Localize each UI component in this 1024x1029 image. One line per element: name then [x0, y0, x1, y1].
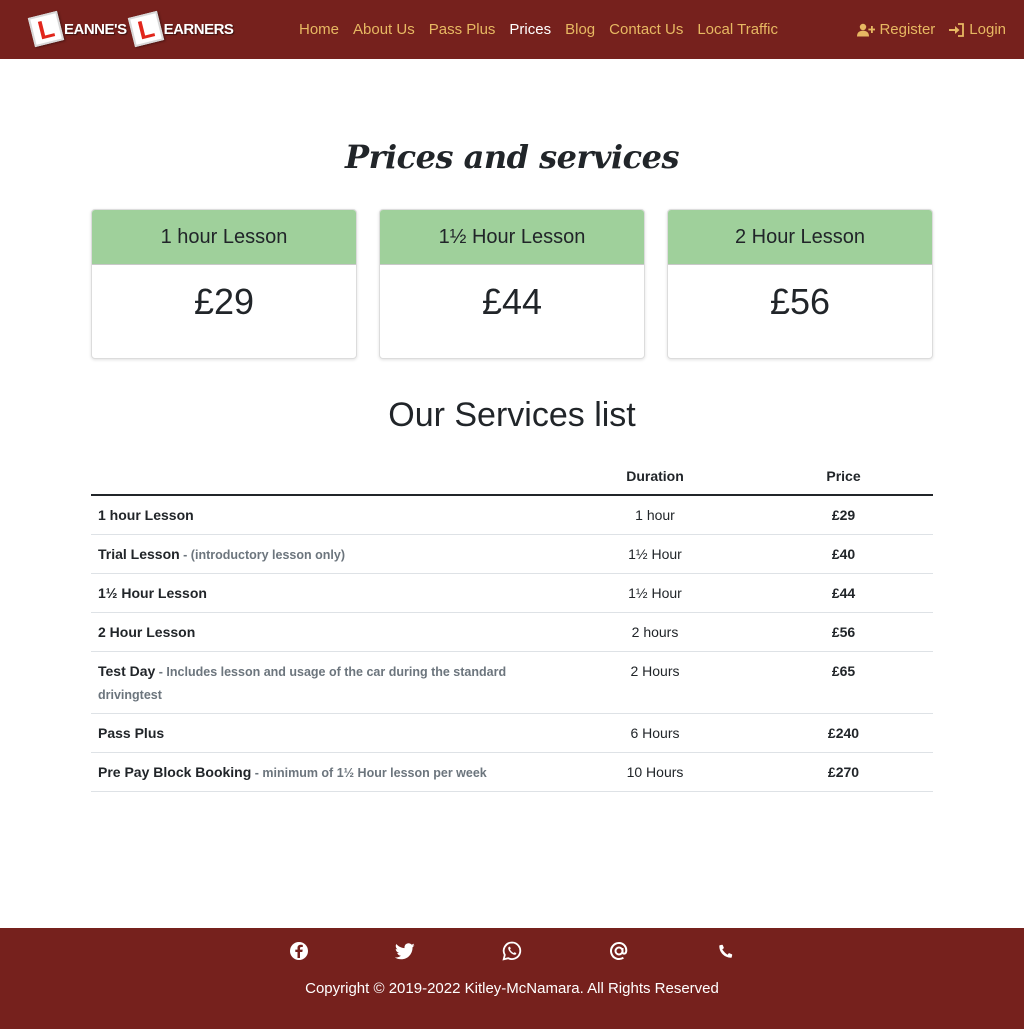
table-row: Trial Lesson - (introductory lesson only…	[91, 534, 933, 574]
card-title: 1 hour Lesson	[92, 210, 356, 265]
table-row: 1 hour Lesson 1 hour £29	[91, 495, 933, 535]
service-price: £240	[754, 713, 933, 753]
brand-word-1: EANNE'S	[64, 20, 127, 38]
nav-link-pass-plus[interactable]: Pass Plus	[429, 21, 496, 38]
card-price: £56	[769, 281, 831, 322]
services-table: Duration Price 1 hour Lesson 1 hour £29 …	[91, 458, 933, 792]
service-name-cell: Pass Plus	[91, 713, 556, 753]
service-duration: 1 hour	[556, 495, 754, 535]
l-plate-icon: L	[127, 10, 164, 48]
card-title: 1½ Hour Lesson	[380, 210, 644, 265]
login-link[interactable]: Login	[949, 21, 1006, 38]
service-duration: 2 Hours	[556, 651, 754, 714]
service-duration: 6 Hours	[556, 713, 754, 753]
service-price: £29	[754, 495, 933, 535]
card-price: £29	[193, 281, 255, 322]
service-name-cell: Test Day - Includes lesson and usage of …	[91, 651, 556, 714]
email-at-icon[interactable]	[608, 940, 630, 962]
page-title: Prices and services	[345, 138, 679, 176]
services-title: Our Services list	[388, 396, 636, 434]
service-duration: 10 Hours	[556, 752, 754, 792]
auth-links: Register Login	[843, 0, 1006, 59]
nav-link-blog[interactable]: Blog	[565, 21, 595, 38]
card-title: 2 Hour Lesson	[668, 210, 932, 265]
card-price: £44	[481, 281, 543, 322]
service-name-cell: 1½ Hour Lesson	[91, 573, 556, 613]
nav-link-about-us[interactable]: About Us	[353, 21, 415, 38]
price-card: 1 hour Lesson £29	[91, 209, 357, 359]
brand-logo[interactable]: L EANNE'S L EARNERS	[27, 10, 237, 48]
phone-icon[interactable]	[715, 940, 737, 962]
table-row: Pre Pay Block Booking - minimum of 1½ Ho…	[91, 752, 933, 792]
service-duration: 1½ Hour	[556, 573, 754, 613]
service-note: - Includes lesson and usage of the car d…	[98, 665, 507, 702]
service-price: £270	[754, 752, 933, 792]
service-name: 1½ Hour Lesson	[98, 585, 207, 601]
price-cards: 1 hour Lesson £29 1½ Hour Lesson £44 2 H…	[91, 209, 933, 359]
service-duration: 1½ Hour	[556, 534, 754, 574]
service-price: £56	[754, 612, 933, 652]
table-row: Pass Plus 6 Hours £240	[91, 713, 933, 753]
service-note: - (introductory lesson only)	[179, 548, 345, 562]
price-card: 1½ Hour Lesson £44	[379, 209, 645, 359]
service-price: £40	[754, 534, 933, 574]
service-name-cell: 1 hour Lesson	[91, 495, 556, 535]
service-name: Pre Pay Block Booking	[98, 764, 252, 780]
header-duration: Duration	[556, 458, 754, 496]
table-header-row: Duration Price	[91, 458, 933, 496]
brand-word-2: EARNERS	[163, 20, 234, 38]
register-link[interactable]: Register	[857, 21, 935, 38]
service-name: 2 Hour Lesson	[98, 624, 196, 640]
service-name-cell: Pre Pay Block Booking - minimum of 1½ Ho…	[91, 752, 556, 792]
service-name-cell: Trial Lesson - (introductory lesson only…	[91, 534, 556, 574]
sign-in-icon	[949, 22, 965, 37]
service-name: 1 hour Lesson	[98, 507, 194, 523]
header-service	[91, 458, 556, 496]
service-price: £65	[754, 651, 933, 714]
table-row: 1½ Hour Lesson 1½ Hour £44	[91, 573, 933, 613]
service-name: Test Day	[98, 663, 156, 679]
table-row: 2 Hour Lesson 2 hours £56	[91, 612, 933, 652]
l-plate-icon: L	[27, 10, 65, 48]
table-row: Test Day - Includes lesson and usage of …	[91, 651, 933, 714]
nav-link-contact-us[interactable]: Contact Us	[609, 21, 683, 38]
user-plus-icon	[857, 23, 876, 36]
service-name-cell: 2 Hour Lesson	[91, 612, 556, 652]
facebook-icon[interactable]	[288, 940, 310, 962]
nav-links: Home About Us Pass Plus Prices Blog Cont…	[299, 0, 792, 59]
header-price: Price	[754, 458, 933, 496]
service-name: Trial Lesson	[98, 546, 180, 562]
social-links	[0, 940, 1024, 964]
whatsapp-icon[interactable]	[501, 940, 523, 962]
price-card: 2 Hour Lesson £56	[667, 209, 933, 359]
nav-link-prices[interactable]: Prices	[509, 21, 551, 38]
nav-link-home[interactable]: Home	[299, 21, 339, 38]
service-name: Pass Plus	[98, 725, 165, 741]
nav-link-local-traffic[interactable]: Local Traffic	[697, 21, 778, 38]
service-note: - minimum of 1½ Hour lesson per week	[251, 766, 487, 780]
twitter-icon[interactable]	[394, 940, 416, 962]
register-label: Register	[879, 21, 936, 38]
navbar: L EANNE'S L EARNERS Home About Us Pass P…	[0, 0, 1024, 59]
copyright-text: Copyright © 2019-2022 Kitley-McNamara. A…	[305, 980, 719, 997]
login-label: Login	[969, 21, 1006, 38]
service-duration: 2 hours	[556, 612, 754, 652]
service-price: £44	[754, 573, 933, 613]
